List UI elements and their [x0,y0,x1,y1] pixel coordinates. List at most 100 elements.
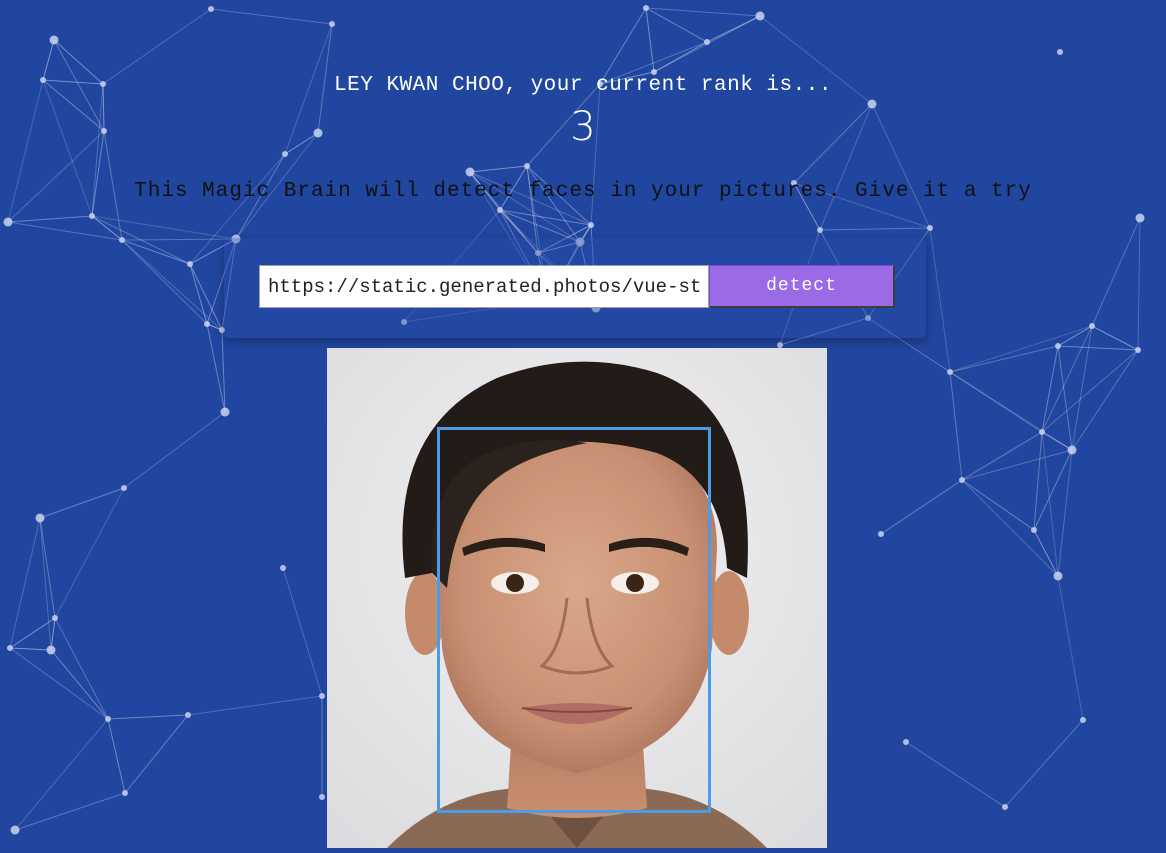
particle-node [1031,527,1037,533]
particle-link [599,7,647,85]
particle-node [49,35,59,45]
particle-link [210,8,333,25]
particle-node [10,825,20,835]
image-url-input[interactable] [259,265,709,308]
particle-link [54,617,109,720]
particle-link [54,487,125,619]
particle-link [961,431,1043,481]
detect-button[interactable]: detect [709,265,895,308]
particle-node [3,217,13,227]
particle-node [105,716,111,722]
particle-node [1002,804,1008,810]
particle-link [9,647,52,651]
tagline: This Magic Brain will detect faces in yo… [134,180,1032,203]
particle-link [1057,345,1073,451]
particle-link [107,718,126,794]
particle-node [319,794,325,800]
particle-link [1091,217,1141,327]
particle-node [704,39,710,45]
particle-link [1004,719,1084,808]
particle-link [14,718,109,831]
particle-node [643,5,649,11]
particle-link [929,227,951,373]
particle-node [119,237,125,243]
particle-link [121,239,191,265]
particle-node [185,712,191,718]
particle-link [102,8,212,85]
particle-link [961,479,1035,531]
particle-link [819,227,931,231]
particle-node [1067,445,1077,455]
particle-node [220,407,230,417]
particle-link [949,371,1073,451]
particle-link [645,7,655,73]
particle-node [524,163,530,169]
particle-node [497,207,503,213]
particle-node [1055,343,1061,349]
particle-link [1057,449,1073,577]
particle-node [1039,429,1045,435]
particle-link [1041,431,1073,451]
particle-node [52,615,58,621]
particle-link [469,165,528,173]
particle-node [465,167,475,177]
particle-node [947,369,953,375]
particle-node [1080,717,1086,723]
particle-link [50,617,56,651]
particle-link [961,449,1073,481]
particle-node [1135,347,1141,353]
face-bounding-box [437,427,711,813]
particle-link [961,479,1059,577]
particle-link [905,741,1006,808]
particle-node [208,6,214,12]
particle-link [124,714,189,794]
particle-node [282,151,288,157]
particle-node [1057,49,1063,55]
particle-node [187,261,193,267]
particle-link [9,517,41,649]
particle-node [280,565,286,571]
particle-link [949,371,963,481]
particle-node [959,477,965,483]
particle-link [123,411,226,489]
particle-link [1071,325,1093,451]
particle-link [880,479,963,535]
particle-node [122,790,128,796]
particle-link [1137,217,1141,351]
particle-link [7,221,123,241]
particle-node [755,11,765,21]
particle-link [645,7,708,43]
particle-link [39,487,125,519]
particle-node [329,21,335,27]
particle-node [204,321,210,327]
particle-node [588,222,594,228]
particle-link [1033,529,1059,577]
rank-number: 3 [570,104,596,150]
particle-link [1071,349,1139,451]
particle-node [878,531,884,537]
particle-link [1091,325,1139,351]
particle-link [107,714,189,720]
particle-link [949,345,1059,373]
particle-node [319,693,325,699]
particle-link [14,792,126,831]
particle-link [187,695,323,716]
particle-link [9,647,109,720]
particle-link [1057,575,1084,721]
particle-link [282,567,323,697]
particle-node [927,225,933,231]
particle-node [7,645,13,651]
particle-link [121,239,223,331]
particle-link [949,325,1093,373]
particle-node [89,213,95,219]
particle-node [1089,323,1095,329]
particle-link [121,239,208,325]
particle-node [35,513,45,523]
particle-link [1041,431,1059,577]
particle-node [121,485,127,491]
particle-link [9,617,56,649]
particle-link [653,41,708,73]
particle-link [645,7,761,17]
particle-link [7,215,93,223]
particle-node [1053,571,1063,581]
